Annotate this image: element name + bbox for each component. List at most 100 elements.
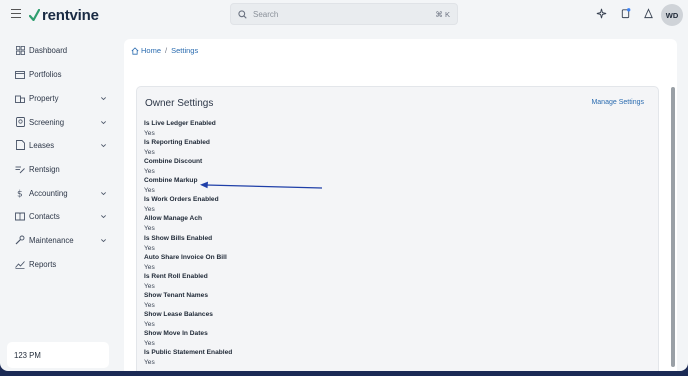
sidebar-item-contacts[interactable]: Contacts xyxy=(15,209,107,223)
main-content: Home / Settings Owner Settings Manage Se… xyxy=(124,39,677,371)
sidebar-item-screening[interactable]: Screening xyxy=(15,115,107,129)
sidebar-item-rentsign[interactable]: Rentsign xyxy=(15,162,107,176)
app-window: rentvine Search ⌘ K WD Dashboard Portfol… xyxy=(0,0,688,371)
setting-value: Yes xyxy=(144,339,155,347)
sidebar-item-label: Contacts xyxy=(29,211,60,221)
property-icon xyxy=(15,93,25,103)
rentvine-logo-icon xyxy=(29,9,40,21)
setting-label: Show Lease Balances xyxy=(144,311,213,318)
sidebar-item-leases[interactable]: Leases xyxy=(15,138,107,152)
sidebar-item-label: Rentsign xyxy=(29,164,60,174)
setting-value: Yes xyxy=(144,167,155,175)
screening-icon xyxy=(15,117,25,127)
home-icon[interactable] xyxy=(131,46,139,55)
setting-label: Show Move In Dates xyxy=(144,330,208,337)
setting-label: Combine Markup xyxy=(144,177,198,184)
sidebar-item-portfolios[interactable]: Portfolios xyxy=(15,67,107,81)
sidebar: Dashboard Portfolios Property Screening xyxy=(0,30,118,371)
setting-value: Yes xyxy=(144,320,155,328)
setting-item: Is Work Orders Enabled Yes xyxy=(144,196,219,214)
setting-item: Is Rent Roll Enabled Yes xyxy=(144,273,208,291)
leases-icon xyxy=(15,140,25,150)
manage-settings-link[interactable]: Manage Settings xyxy=(591,99,644,106)
sparkle-icon[interactable] xyxy=(596,8,607,19)
svg-text:$: $ xyxy=(17,190,23,199)
sidebar-item-label: Dashboard xyxy=(29,45,68,55)
breadcrumb-home-link[interactable]: Home xyxy=(141,46,161,55)
setting-value: Yes xyxy=(144,186,155,194)
chevron-down-icon xyxy=(101,120,106,124)
setting-item: Allow Manage Ach Yes xyxy=(144,215,202,233)
sidebar-item-maintenance[interactable]: Maintenance xyxy=(15,233,107,247)
avatar[interactable]: WD xyxy=(661,4,683,26)
setting-label: Allow Manage Ach xyxy=(144,215,203,222)
owner-settings-title: Owner Settings xyxy=(145,98,214,109)
setting-item: Show Tenant Names Yes xyxy=(144,292,208,310)
accounting-icon: $ xyxy=(15,188,25,199)
chevron-down-icon xyxy=(101,191,106,195)
setting-label: Combine Discount xyxy=(144,158,203,165)
search-shortcut: ⌘ K xyxy=(435,9,450,19)
sidebar-item-label: Screening xyxy=(29,117,65,127)
setting-item: Combine Discount Yes xyxy=(144,158,202,176)
setting-value: Yes xyxy=(144,129,155,137)
setting-item: Combine Markup Yes xyxy=(144,177,198,195)
setting-value: Yes xyxy=(144,301,155,309)
setting-item: Is Live Ledger Enabled Yes xyxy=(144,120,216,138)
reports-icon xyxy=(15,259,25,269)
setting-value: Yes xyxy=(144,358,155,366)
sidebar-item-label: Maintenance xyxy=(29,235,74,245)
search-input[interactable]: Search ⌘ K xyxy=(230,3,458,25)
brand-name: rentvine xyxy=(42,6,99,24)
sidebar-item-property[interactable]: Property xyxy=(15,91,107,105)
sidebar-item-label: Portfolios xyxy=(29,69,62,79)
notification-icon[interactable] xyxy=(620,8,631,19)
setting-label: Is Public Statement Enabled xyxy=(144,349,233,356)
annotation-arrow-icon xyxy=(200,181,323,189)
chevron-down-icon xyxy=(101,143,106,147)
setting-item: Is Public Statement Enabled Yes xyxy=(144,349,232,367)
setting-label: Is Work Orders Enabled xyxy=(144,196,219,203)
setting-item: Show Lease Balances Yes xyxy=(144,311,213,329)
setting-value: Yes xyxy=(144,282,155,290)
maintenance-icon xyxy=(15,235,25,245)
setting-value: Yes xyxy=(144,224,155,232)
user-outline-icon[interactable] xyxy=(643,8,654,19)
setting-value: Yes xyxy=(144,263,155,271)
setting-label: Is Reporting Enabled xyxy=(144,139,210,146)
setting-item: Auto Share Invoice On Bill Yes xyxy=(144,254,227,272)
time-text: 123 PM xyxy=(14,350,41,360)
brand-logo[interactable]: rentvine xyxy=(29,6,99,24)
sidebar-item-reports[interactable]: Reports xyxy=(15,257,107,271)
search-placeholder: Search xyxy=(253,9,279,19)
setting-item: Is Show Bills Enabled Yes xyxy=(144,235,212,253)
breadcrumb-separator: / xyxy=(165,46,168,55)
setting-label: Is Show Bills Enabled xyxy=(144,235,213,242)
chevron-down-icon xyxy=(101,238,106,242)
setting-value: Yes xyxy=(144,148,155,156)
menu-icon[interactable] xyxy=(11,9,21,18)
contacts-icon xyxy=(15,211,25,221)
setting-item: Is Reporting Enabled Yes xyxy=(144,139,210,157)
owner-settings-card: Owner Settings Manage Settings Is Live L… xyxy=(136,86,659,371)
search-icon xyxy=(238,9,247,19)
setting-label: Is Rent Roll Enabled xyxy=(144,273,208,280)
sidebar-item-label: Leases xyxy=(29,140,55,150)
chevron-down-icon xyxy=(101,214,106,218)
setting-label: Show Tenant Names xyxy=(144,292,208,299)
dashboard-icon xyxy=(15,45,25,55)
top-bar: rentvine Search ⌘ K WD xyxy=(0,0,688,30)
setting-item: Show Move In Dates Yes xyxy=(144,330,208,348)
breadcrumb-current[interactable]: Settings xyxy=(171,46,198,55)
scrollbar-thumb[interactable] xyxy=(671,87,675,367)
sidebar-item-accounting[interactable]: $ Accounting xyxy=(15,186,107,200)
setting-label: Is Live Ledger Enabled xyxy=(144,120,216,127)
sidebar-item-label: Property xyxy=(29,93,59,103)
setting-label: Auto Share Invoice On Bill xyxy=(144,254,227,261)
setting-value: Yes xyxy=(144,205,155,213)
sidebar-item-dashboard[interactable]: Dashboard xyxy=(15,43,107,57)
portfolios-icon xyxy=(15,69,25,79)
sidebar-item-label: Accounting xyxy=(29,188,68,198)
setting-value: Yes xyxy=(144,244,155,252)
breadcrumb: Home / Settings xyxy=(131,46,198,55)
